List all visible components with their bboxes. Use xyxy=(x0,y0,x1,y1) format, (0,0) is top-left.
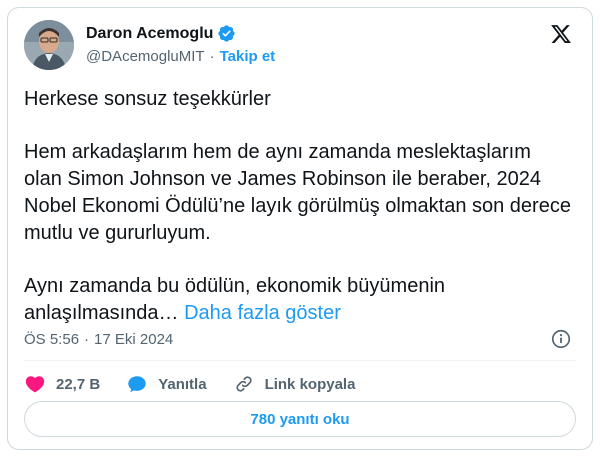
tweet-timestamp: ÖS 5:56 · 17 Eki 2024 xyxy=(24,328,576,350)
x-logo-icon[interactable] xyxy=(550,23,572,45)
show-more-link[interactable]: Daha fazla göster xyxy=(184,302,341,324)
verified-badge-icon xyxy=(218,25,236,42)
info-icon[interactable] xyxy=(550,328,572,350)
link-icon xyxy=(235,376,252,392)
tweet-text: Herkese sonsuz teşekkürler Hem arkadaşla… xyxy=(24,86,572,327)
divider xyxy=(24,360,576,361)
action-bar: 22,7 B Yanıtla Link kopyala xyxy=(24,370,381,398)
heart-icon xyxy=(25,376,45,393)
copy-link-button[interactable]: Link kopyala xyxy=(233,373,356,395)
like-count: 22,7 B xyxy=(56,375,101,393)
tweet-date[interactable]: 17 Eki 2024 xyxy=(94,331,173,348)
separator-dot: · xyxy=(209,48,215,65)
tweet-paragraph-3: Aynı zamanda bu ödülün, ekonomik büyümen… xyxy=(24,273,572,327)
tweet-card: Daron Acemoglu @DAcemogluMIT · Takip et … xyxy=(7,7,593,450)
tweet-line-1: Herkese sonsuz teşekkürler xyxy=(24,88,271,110)
reply-label: Yanıtla xyxy=(158,375,207,393)
like-button[interactable]: 22,7 B xyxy=(24,373,100,395)
avatar[interactable] xyxy=(24,20,74,70)
author-handle-row: @DAcemogluMIT · Takip et xyxy=(86,48,275,65)
follow-button[interactable]: Takip et xyxy=(220,48,276,65)
author-name-row: Daron Acemoglu xyxy=(86,24,236,43)
reply-bubble-icon xyxy=(128,376,146,393)
tweet-header: Daron Acemoglu @DAcemogluMIT · Takip et xyxy=(24,20,576,72)
read-replies-button[interactable]: 780 yanıtı oku xyxy=(24,401,576,437)
tweet-time[interactable]: ÖS 5:56 xyxy=(24,331,79,348)
tweet-paragraph-2: Hem arkadaşlarım hem de aynı zamanda mes… xyxy=(24,141,571,244)
timestamp-separator: · xyxy=(84,330,90,348)
author-handle[interactable]: @DAcemogluMIT xyxy=(86,48,205,65)
avatar-portrait-icon xyxy=(24,20,74,70)
reply-button[interactable]: Yanıtla xyxy=(126,373,207,395)
copy-link-label: Link kopyala xyxy=(264,375,356,393)
author-name[interactable]: Daron Acemoglu xyxy=(86,25,213,43)
